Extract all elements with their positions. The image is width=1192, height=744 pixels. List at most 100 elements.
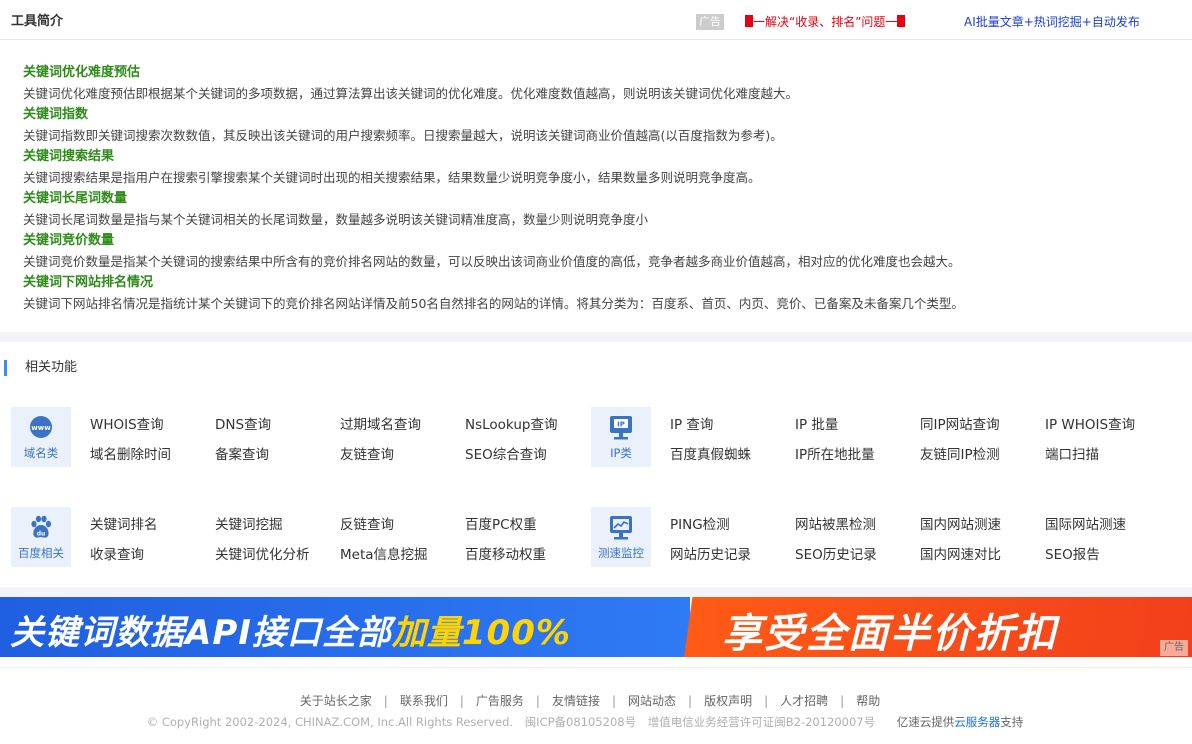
site-footer: 关于站长之家 | 联系我们 | 广告服务 | 友情链接 | 网站动态 | 版权声明 | 人才招聘 | 帮助 … <box>0 667 1192 744</box>
tool-link[interactable]: 端口扫描 <box>1045 443 1099 463</box>
tool-link[interactable]: 域名删除时间 <box>90 443 171 463</box>
tool-link[interactable]: SEO历史记录 <box>795 543 877 563</box>
footer-separator: | <box>383 694 388 708</box>
intro-heading: 关键词下网站排名情况 <box>23 275 154 290</box>
svg-text:www: www <box>31 424 51 432</box>
footer-link[interactable]: 人才招聘 <box>780 694 828 708</box>
intro-text: 关键词竞价数量是指某个关键词的搜索结果中所含有的竞价排名网站的数量，可以反映出该… <box>23 254 961 269</box>
intro-text: 关键词下网站排名情况是指统计某个关键词下的竞价排名网站详情及前50名自然排名的网… <box>23 296 964 311</box>
tool-link[interactable]: 关键词优化分析 <box>215 543 310 563</box>
tool-link[interactable]: DNS查询 <box>215 413 271 433</box>
footer-separator: | <box>764 694 769 708</box>
footer-separator: | <box>688 694 693 708</box>
related-functions-title: 相关功能 <box>4 360 77 376</box>
footer-link[interactable]: 联系我们 <box>400 694 448 708</box>
tool-link[interactable]: 收录查询 <box>90 543 144 563</box>
tool-link[interactable]: IP所在地批量 <box>795 443 875 463</box>
svg-text:du: du <box>37 531 46 538</box>
category-domain-icon-box[interactable]: www 域名类 <box>11 407 71 467</box>
tool-link[interactable]: 网站历史记录 <box>670 543 751 563</box>
tool-link[interactable]: 网站被黑检测 <box>795 513 876 533</box>
svg-text:IP: IP <box>617 421 625 429</box>
www-icon: www <box>30 416 52 438</box>
tool-link[interactable]: WHOIS查询 <box>90 413 164 433</box>
tool-link[interactable]: 同IP网站查询 <box>920 413 1000 433</box>
api-promo-banner[interactable]: 关键词数据API接口全部加量100% 享受全面半价折扣 广告 <box>0 597 1192 657</box>
banner-main-text: 关键词数据API接口全部加量100% <box>10 605 571 654</box>
tool-intro-title: 工具简介 <box>11 14 64 29</box>
intro-item: 关键词搜索结果 关键词搜索结果是指用户在搜索引擎搜索某个关键词时出现的相关搜索结… <box>23 146 1173 188</box>
tool-intro-header: 工具简介 广告 一解决“收录、排名”问题一 AI批量文章+热词挖掘+自动发布 <box>0 0 1192 40</box>
footer-link[interactable]: 友情链接 <box>552 694 600 708</box>
red-block-icon <box>897 15 906 27</box>
tool-link[interactable]: 国内网站测速 <box>920 513 1001 533</box>
tool-link[interactable]: 百度移动权重 <box>465 543 546 563</box>
intro-text: 关键词指数即关键词搜索次数数值，其反映出该关键词的用户搜索频率。日搜索量越大，说… <box>23 128 783 143</box>
category-speed-icon-box[interactable]: 测速监控 <box>591 507 651 567</box>
provider-text: 亿速云提供云服务器支持 <box>897 715 1024 729</box>
intro-item: 关键词下网站排名情况 关键词下网站排名情况是指统计某个关键词下的竞价排名网站详情… <box>23 272 1173 314</box>
tool-link[interactable]: 百度真假蜘蛛 <box>670 443 751 463</box>
tool-link[interactable]: 国际网站测速 <box>1045 513 1126 533</box>
tool-link[interactable]: 友链同IP检测 <box>920 443 1000 463</box>
footer-links: 关于站长之家 | 联系我们 | 广告服务 | 友情链接 | 网站动态 | 版权声明 | 人才招聘 | 帮助 <box>0 692 1180 709</box>
footer-link[interactable]: 网站动态 <box>628 694 676 708</box>
tool-link[interactable]: IP WHOIS查询 <box>1045 413 1135 433</box>
ad-tag: 广告 <box>696 14 724 30</box>
intro-heading: 关键词搜索结果 <box>23 149 115 164</box>
footer-separator: | <box>840 694 845 708</box>
intro-text: 关键词优化难度预估即根据某个关键词的多项数据，通过算法算出该关键词的优化难度。优… <box>23 86 799 101</box>
tool-link[interactable]: NsLookup查询 <box>465 413 557 433</box>
icp-link[interactable]: 闽ICP备08105208号 <box>525 715 636 729</box>
intro-heading: 关键词长尾词数量 <box>23 191 128 206</box>
tool-link[interactable]: IP 批量 <box>795 413 838 433</box>
footer-link[interactable]: 版权声明 <box>704 694 752 708</box>
baidu-paw-icon: du <box>31 515 52 538</box>
promo-link-seo[interactable]: 一解决“收录、排名”问题一 <box>745 13 906 30</box>
banner-ad-tag: 广告 <box>1160 640 1188 656</box>
tool-link[interactable]: PING检测 <box>670 513 730 533</box>
copyright-text: © CopyRight 2002-2024, CHINAZ.COM, Inc.A… <box>146 715 514 729</box>
promo-link-ai[interactable]: AI批量文章+热词挖掘+自动发布 <box>964 13 1140 30</box>
category-label: 百度相关 <box>18 546 64 560</box>
cloud-server-link[interactable]: 云服务器 <box>954 715 1000 729</box>
category-ip-icon-box[interactable]: IP IP类 <box>591 407 651 467</box>
intro-item: 关键词指数 关键词指数即关键词搜索次数数值，其反映出该关键词的用户搜索频率。日搜… <box>23 104 1173 146</box>
tool-link[interactable]: 友链查询 <box>340 443 394 463</box>
intro-heading: 关键词竞价数量 <box>23 233 115 248</box>
footer-link[interactable]: 广告服务 <box>476 694 524 708</box>
category-baidu-icon-box[interactable]: du 百度相关 <box>11 507 71 567</box>
tool-link[interactable]: SEO报告 <box>1045 543 1100 563</box>
provider-suffix: 支持 <box>1000 715 1024 729</box>
tool-link[interactable]: 关键词排名 <box>90 513 158 533</box>
provider-prefix: 亿速云提供 <box>896 715 955 729</box>
category-ip: IP IP类 IP 查询 IP 批量 同IP网站查询 IP WHOIS查询 百度… <box>591 407 1161 467</box>
tool-link[interactable]: 备案查询 <box>215 443 269 463</box>
footer-separator: | <box>611 694 617 708</box>
footer-link[interactable]: 帮助 <box>856 694 880 708</box>
intro-text: 关键词长尾词数量是指与某个关键词相关的长尾词数量，数量越多说明该关键词精准度高，… <box>23 212 649 227</box>
tool-link[interactable]: 反链查询 <box>340 513 394 533</box>
tool-link[interactable]: 过期域名查询 <box>340 413 421 433</box>
tool-link[interactable]: 关键词挖掘 <box>215 513 283 533</box>
intro-list: 关键词优化难度预估 关键词优化难度预估即根据某个关键词的多项数据，通过算法算出该… <box>23 62 1173 314</box>
tool-link[interactable]: IP 查询 <box>670 413 713 433</box>
intro-heading: 关键词优化难度预估 <box>23 65 141 80</box>
category-domain: www 域名类 WHOIS查询 DNS查询 过期域名查询 NsLookup查询 … <box>11 407 581 467</box>
footer-separator: | <box>459 694 464 708</box>
intro-item: 关键词长尾词数量 关键词长尾词数量是指与某个关键词相关的长尾词数量，数量越多说明… <box>23 188 1173 230</box>
tool-link[interactable]: 国内网速对比 <box>920 543 1001 563</box>
red-block-icon <box>745 15 753 27</box>
tool-link[interactable]: Meta信息挖掘 <box>340 543 428 563</box>
license-link[interactable]: 增值电信业务经营许可证闽B2-20120007号 <box>648 715 875 729</box>
intro-heading: 关键词指数 <box>23 107 89 122</box>
promo-red-text: 一解决“收录、排名”问题一 <box>753 15 898 29</box>
category-speed: 测速监控 PING检测 网站被黑检测 国内网站测速 国际网站测速 网站历史记录 … <box>591 507 1161 567</box>
section-divider <box>0 587 1192 597</box>
related-functions-panel: 相关功能 www 域名类 WHOIS查询 DNS查询 过期域名查询 NsLook… <box>0 342 1192 587</box>
intro-item: 关键词优化难度预估 关键词优化难度预估即根据某个关键词的多项数据，通过算法算出该… <box>23 62 1173 104</box>
tool-link[interactable]: SEO综合查询 <box>465 443 547 463</box>
footer-link[interactable]: 关于站长之家 <box>300 694 372 708</box>
tool-link[interactable]: 百度PC权重 <box>465 513 537 533</box>
speed-monitor-icon <box>610 516 632 540</box>
